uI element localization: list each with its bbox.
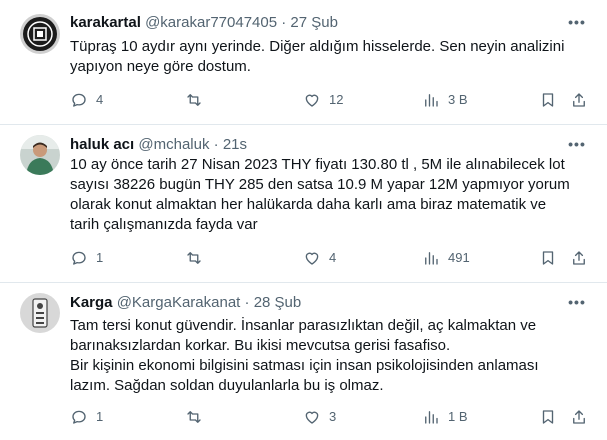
share-button[interactable]: [570, 407, 588, 427]
views-button[interactable]: 3 B: [422, 90, 468, 110]
author-name[interactable]: Karga: [70, 294, 113, 311]
like-count: 4: [329, 250, 337, 265]
bookmark-icon: [542, 410, 554, 424]
avatar-image: [20, 14, 60, 54]
share-icon: [573, 93, 585, 107]
tweet-actions: 1 3 1 B: [70, 407, 593, 427]
like-count: 3: [329, 409, 337, 424]
tweet-text: Tüpraş 10 aydır aynı yerinde. Diğer aldı…: [70, 37, 570, 77]
like-count: 12: [329, 92, 344, 107]
tweet[interactable]: karakartal @karakar77047405 · 27 Şub •••…: [0, 0, 607, 125]
tweet-header: Karga @KargaKarakanat · 28 Şub: [70, 293, 559, 313]
reply-icon: [72, 410, 86, 424]
avatar-image: [20, 293, 60, 333]
tweet-text: 10 ay önce tarih 27 Nisan 2023 THY fiyat…: [70, 155, 570, 235]
separator: ·: [244, 294, 250, 311]
reply-button[interactable]: 1: [70, 248, 103, 268]
retweet-icon: [187, 94, 201, 106]
reply-icon: [72, 93, 86, 107]
like-button[interactable]: 12: [303, 90, 343, 110]
author-handle[interactable]: @KargaKarakanat: [117, 294, 241, 311]
retweet-button[interactable]: [185, 248, 211, 268]
views-icon: [425, 411, 438, 424]
retweet-button[interactable]: [185, 407, 211, 427]
timestamp[interactable]: 28 Şub: [254, 294, 302, 311]
bookmark-button[interactable]: [539, 90, 557, 110]
tweet[interactable]: haluk acı @mchaluk · 21s ••• 10 ay önce …: [0, 125, 607, 283]
reply-count: 1: [96, 409, 104, 424]
share-button[interactable]: [570, 248, 588, 268]
tweet-actions: 1 4 491: [70, 248, 593, 268]
view-count: 1 B: [448, 409, 468, 424]
share-icon: [573, 251, 585, 265]
bookmark-button[interactable]: [539, 248, 557, 268]
heart-icon: [305, 411, 319, 424]
author-name[interactable]: karakartal: [70, 14, 141, 31]
reply-button[interactable]: 4: [70, 90, 103, 110]
views-button[interactable]: 491: [422, 248, 470, 268]
view-count: 491: [448, 250, 470, 265]
tweet-actions: 4 12 3 B: [70, 90, 593, 110]
more-horizontal-icon[interactable]: •••: [567, 295, 587, 315]
separator: ·: [281, 14, 287, 31]
views-icon: [425, 252, 438, 265]
retweet-icon: [187, 252, 201, 264]
reply-count: 1: [96, 250, 104, 265]
tweet-paragraph: Tüpraş 10 aydır aynı yerinde. Diğer aldı…: [70, 38, 565, 75]
reply-count: 4: [96, 92, 104, 107]
avatar[interactable]: [20, 135, 60, 175]
reply-button[interactable]: 1: [70, 407, 103, 427]
avatar-image: [20, 135, 60, 175]
timestamp[interactable]: 21s: [223, 136, 247, 153]
tweet-paragraph: Bir kişinin ekonomi bilgisini satması iç…: [70, 357, 539, 394]
separator: ·: [213, 136, 219, 153]
views-button[interactable]: 1 B: [422, 407, 468, 427]
author-handle[interactable]: @karakar77047405: [145, 14, 277, 31]
reply-feed: karakartal @karakar77047405 · 27 Şub •••…: [0, 0, 607, 440]
reply-icon: [72, 251, 86, 265]
avatar[interactable]: [20, 293, 60, 333]
bookmark-icon: [542, 93, 554, 107]
heart-icon: [305, 252, 319, 265]
retweet-button[interactable]: [185, 90, 211, 110]
more-horizontal-icon[interactable]: •••: [567, 15, 587, 35]
bookmark-button[interactable]: [539, 407, 557, 427]
tweet-text: Tam tersi konut güvendir. İnsanlar paras…: [70, 316, 570, 396]
tweet-paragraph: 10 ay önce tarih 27 Nisan 2023 THY fiyat…: [70, 156, 570, 233]
heart-icon: [305, 94, 319, 107]
bookmark-icon: [542, 251, 554, 265]
avatar[interactable]: [20, 14, 60, 54]
tweet-paragraph: Tam tersi konut güvendir. İnsanlar paras…: [70, 317, 537, 354]
timestamp[interactable]: 27 Şub: [290, 14, 338, 31]
tweet[interactable]: Karga @KargaKarakanat · 28 Şub ••• Tam t…: [0, 283, 607, 440]
retweet-icon: [187, 411, 201, 423]
author-name[interactable]: haluk acı: [70, 136, 134, 153]
share-icon: [573, 410, 585, 424]
views-icon: [425, 94, 438, 107]
tweet-header: karakartal @karakar77047405 · 27 Şub: [70, 13, 559, 33]
tweet-header: haluk acı @mchaluk · 21s: [70, 135, 559, 155]
like-button[interactable]: 3: [303, 407, 336, 427]
like-button[interactable]: 4: [303, 248, 336, 268]
more-horizontal-icon[interactable]: •••: [567, 137, 587, 157]
share-button[interactable]: [570, 90, 588, 110]
author-handle[interactable]: @mchaluk: [138, 136, 209, 153]
view-count: 3 B: [448, 92, 468, 107]
